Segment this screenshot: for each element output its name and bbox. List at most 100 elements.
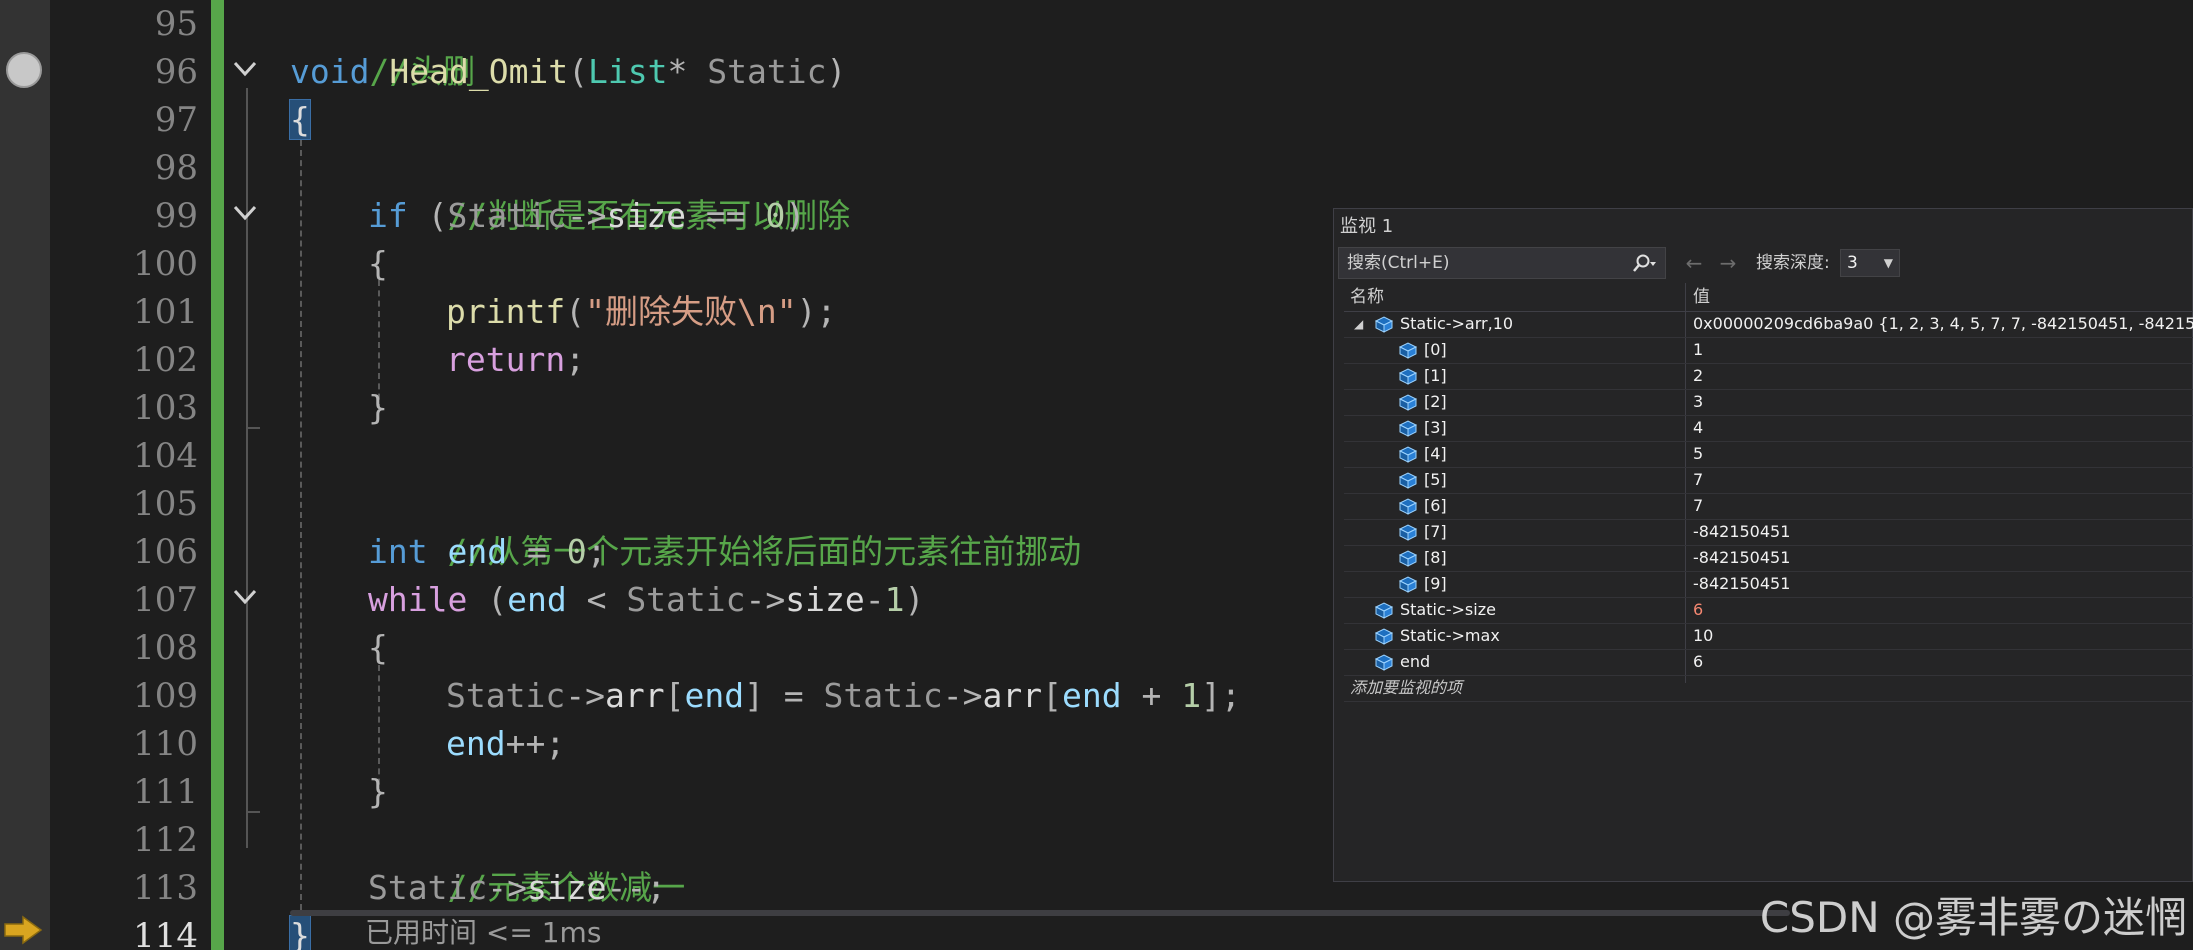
- string-literal: "删除失败\n": [585, 292, 797, 331]
- watch-row[interactable]: [2] 3: [1344, 389, 2193, 416]
- watch-row-value[interactable]: 4: [1693, 415, 2193, 441]
- watch-row-value[interactable]: 1: [1693, 337, 2193, 363]
- watch-row-value[interactable]: 10: [1693, 623, 2193, 649]
- search-icon[interactable]: [1629, 253, 1657, 275]
- watch-window-title: 监视 1: [1340, 216, 1394, 237]
- watch-row[interactable]: [8] -842150451: [1344, 545, 2193, 572]
- watch-row-name[interactable]: [1]: [1424, 363, 1447, 389]
- line-number: 108: [133, 628, 198, 668]
- member: arr: [604, 676, 665, 715]
- line-number: 100: [133, 244, 198, 284]
- elapsed-time-hint: 已用时间 <= 1ms: [365, 916, 602, 949]
- watch-row-name[interactable]: [4]: [1424, 441, 1447, 467]
- watch-row-name[interactable]: Static->size: [1400, 597, 1496, 623]
- watch-row-name[interactable]: [3]: [1424, 415, 1447, 441]
- keyword: return: [446, 340, 566, 379]
- fold-end-tick: [246, 811, 260, 813]
- watch-row-name[interactable]: [9]: [1424, 571, 1447, 597]
- line-number: 102: [133, 340, 198, 380]
- watch-row-name[interactable]: [7]: [1424, 519, 1447, 545]
- watch-row-name[interactable]: Static->max: [1400, 623, 1500, 649]
- watch-row-value[interactable]: 5: [1693, 441, 2193, 467]
- number-literal: 0: [566, 532, 587, 571]
- code-line-95: //头删: [290, 0, 475, 91]
- watch-row[interactable]: Static->size 6: [1344, 597, 2193, 624]
- search-depth-select[interactable]: 3 ▼: [1840, 249, 1900, 277]
- watch-row-value[interactable]: 2: [1693, 363, 2193, 389]
- watch-row[interactable]: [7] -842150451: [1344, 519, 2193, 546]
- line-number: 103: [133, 388, 198, 428]
- watch-row[interactable]: end 6: [1344, 649, 2193, 676]
- variable-object-icon: [1398, 367, 1418, 385]
- watch-search-input[interactable]: 搜索(Ctrl+E): [1338, 247, 1666, 279]
- watch-row[interactable]: [0] 1: [1344, 337, 2193, 364]
- code-line-110: end++;: [446, 724, 566, 763]
- breakpoint-icon[interactable]: [6, 52, 42, 88]
- indent-guide: [300, 140, 302, 910]
- watch-row[interactable]: [3] 4: [1344, 415, 2193, 442]
- keyword: if: [368, 196, 408, 235]
- watch-row[interactable]: ◢ Static->arr,10 0x00000209cd6ba9a0 {1, 2,…: [1344, 311, 2193, 338]
- number-literal: 1: [884, 580, 905, 619]
- code-line-99: if (Static->size == 0): [368, 196, 806, 235]
- watch-row-name[interactable]: [6]: [1424, 493, 1447, 519]
- watch-row-name[interactable]: [8]: [1424, 545, 1447, 571]
- watermark: CSDN @雾非雾の迷惘: [1759, 893, 2187, 942]
- code-line-105: //从第一个元素开始将后面的元素往前挪动: [368, 480, 1081, 571]
- fold-chevron-down-icon[interactable]: [229, 54, 261, 84]
- watch-row-value[interactable]: 3: [1693, 389, 2193, 415]
- watch-window[interactable]: 监视 1 搜索(Ctrl+E) ← → 搜索深度: 3 ▼ 名称 值 ◢ Stat…: [1333, 208, 2193, 882]
- parameter: Static: [626, 580, 746, 619]
- expand-triangle-icon[interactable]: ◢: [1354, 311, 1363, 337]
- search-depth-value: 3: [1847, 253, 1858, 273]
- column-header-name[interactable]: 名称: [1350, 285, 1384, 309]
- line-number: 107: [133, 580, 198, 620]
- local-variable: end: [446, 724, 506, 763]
- watch-row-value[interactable]: -842150451: [1693, 571, 2193, 597]
- watch-row-value[interactable]: -842150451: [1693, 545, 2193, 571]
- line-number: 104: [133, 436, 198, 476]
- column-header-value[interactable]: 值: [1693, 285, 1710, 309]
- watch-row-name[interactable]: [0]: [1424, 337, 1447, 363]
- number-literal: 1: [1181, 676, 1202, 715]
- search-placeholder: 搜索(Ctrl+E): [1347, 253, 1450, 273]
- watch-row-name[interactable]: end: [1400, 649, 1430, 675]
- search-next-arrow-icon[interactable]: →: [1716, 251, 1740, 275]
- watch-row[interactable]: Static->max 10: [1344, 623, 2193, 650]
- watch-row-value[interactable]: 7: [1693, 493, 2193, 519]
- watch-row-value[interactable]: 0x00000209cd6ba9a0 {1, 2, 3, 4, 5, 7, 7,…: [1693, 311, 2193, 337]
- code-line-98: //判断是否有元素可以删除: [368, 144, 850, 235]
- variable-object-icon: [1398, 445, 1418, 463]
- line-number: 110: [133, 724, 198, 764]
- code-line-111: }: [368, 772, 388, 811]
- variable-object-icon: [1374, 653, 1394, 671]
- function-name: Head_Omit: [389, 52, 569, 91]
- watch-row-name[interactable]: [2]: [1424, 389, 1447, 415]
- watch-row-value[interactable]: 6: [1693, 649, 2193, 675]
- watch-row-value[interactable]: -842150451: [1693, 519, 2193, 545]
- add-watch-row[interactable]: 添加要监视的项: [1344, 675, 2193, 702]
- watch-row[interactable]: [1] 2: [1344, 363, 2193, 390]
- watch-row-name[interactable]: Static->arr,10: [1400, 311, 1513, 337]
- watch-row[interactable]: [9] -842150451: [1344, 571, 2193, 598]
- watch-row-value[interactable]: 6: [1693, 597, 2193, 623]
- parameter: Static: [447, 196, 567, 235]
- line-number-gutter: 95 96 97 98 99 100 101 102 103 104 105 1…: [50, 0, 210, 950]
- chevron-down-icon: ▼: [1883, 256, 1893, 270]
- search-previous-arrow-icon[interactable]: ←: [1682, 251, 1706, 275]
- fold-chevron-down-icon[interactable]: [229, 198, 261, 228]
- variable-object-icon: [1398, 497, 1418, 515]
- watch-row[interactable]: [4] 5: [1344, 441, 2193, 468]
- code-line-96: void Head_Omit(List* Static): [290, 52, 847, 91]
- fold-chevron-down-icon[interactable]: [229, 582, 261, 612]
- line-number: 98: [154, 148, 198, 188]
- glyph-margin[interactable]: [0, 0, 50, 950]
- watch-row-name[interactable]: [5]: [1424, 467, 1447, 493]
- watch-row[interactable]: [5] 7: [1344, 467, 2193, 494]
- watch-row[interactable]: [6] 7: [1344, 493, 2193, 520]
- variable-object-icon: [1374, 601, 1394, 619]
- parameter: Static: [823, 676, 943, 715]
- code-line-109: Static->arr[end] = Static->arr[end + 1];: [446, 676, 1241, 715]
- line-number: 111: [133, 772, 198, 812]
- watch-row-value[interactable]: 7: [1693, 467, 2193, 493]
